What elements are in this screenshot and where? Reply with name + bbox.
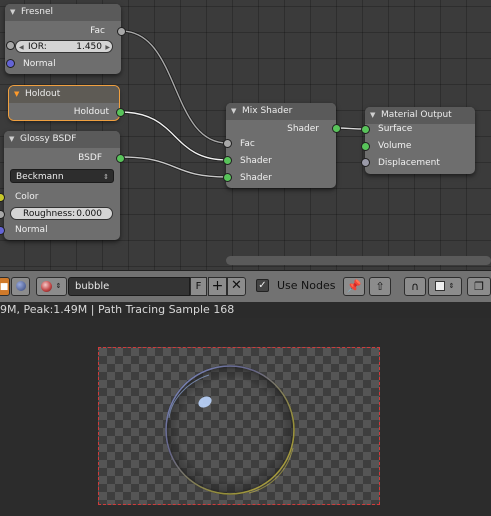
- ior-field[interactable]: ◀ IOR: 1.450 ▶: [15, 40, 113, 53]
- up-arrow-icon: ⇧: [375, 280, 385, 293]
- node-title: Holdout: [25, 89, 61, 99]
- input-shader-1-label: Shader: [240, 156, 272, 166]
- copy-icon: ❐: [474, 280, 484, 293]
- collapse-triangle-icon[interactable]: ▼: [370, 107, 375, 124]
- output-bsdf-label: BSDF: [78, 153, 102, 163]
- input-normal-label: Normal: [15, 225, 48, 235]
- node-header[interactable]: ▼ Glossy BSDF: [4, 131, 120, 148]
- node-header[interactable]: ▼ Fresnel: [5, 4, 121, 21]
- node-editor-header: ■ ⇕ bubble F + ✕ 📌 ⇧ ∩ ⇕ ❐: [0, 270, 491, 302]
- close-icon: ✕: [231, 278, 242, 293]
- node-title: Fresnel: [21, 7, 53, 17]
- output-holdout-label: Holdout: [73, 107, 109, 117]
- material-browse-button[interactable]: ⇕: [36, 277, 67, 296]
- fresnel-fac-output-socket[interactable]: [117, 27, 126, 36]
- node-title: Mix Shader: [242, 106, 293, 116]
- render-border: [98, 347, 380, 505]
- input-surface-label: Surface: [378, 124, 413, 134]
- fake-user-button[interactable]: F: [190, 277, 207, 296]
- input-shader-2-label: Shader: [240, 173, 272, 183]
- ior-value: 1.450: [76, 42, 102, 52]
- world-icon: [15, 281, 26, 291]
- fresnel-normal-input-socket[interactable]: [6, 59, 15, 68]
- mix-shader-output-socket[interactable]: [332, 124, 341, 133]
- cube-icon: ■: [0, 282, 9, 292]
- new-material-button[interactable]: +: [208, 277, 227, 296]
- node-editor-canvas[interactable]: ▼ Fresnel Fac ◀ IOR: 1.450 ▶ Normal ▼ Ho…: [0, 0, 491, 270]
- roughness-field[interactable]: Roughness: 0.000: [10, 207, 113, 220]
- output-shader-label: Shader: [287, 124, 319, 134]
- updown-arrows-icon: ⇕: [55, 282, 62, 290]
- input-color-label: Color: [15, 192, 39, 202]
- bubble-render: [165, 365, 295, 495]
- go-to-parent-button[interactable]: ⇧: [369, 277, 391, 296]
- mix-shader1-input-socket[interactable]: [223, 156, 232, 165]
- glossy-bsdf-node[interactable]: ▼ Glossy BSDF BSDF Beckmann ⇕ Color Roug…: [4, 131, 120, 240]
- unlink-material-button[interactable]: ✕: [227, 277, 246, 296]
- arrow-right-icon[interactable]: ▶: [105, 41, 110, 54]
- input-volume-label: Volume: [378, 141, 412, 151]
- roughness-label: Roughness:: [23, 209, 76, 219]
- snap-grid-icon: [435, 281, 446, 291]
- node-header[interactable]: ▼ Material Output: [365, 107, 475, 124]
- output-volume-input-socket[interactable]: [361, 142, 370, 151]
- mix-shader-node[interactable]: ▼ Mix Shader Shader Fac Shader Shader: [226, 103, 336, 188]
- render-view[interactable]: [0, 318, 491, 516]
- use-nodes-checkbox[interactable]: ✓: [256, 279, 269, 292]
- roughness-value: 0.000: [76, 209, 102, 219]
- object-shader-button[interactable]: ■: [0, 277, 10, 296]
- distribution-value: Beckmann: [16, 172, 64, 182]
- select-updown-icon: ⇕: [103, 173, 109, 181]
- ior-label: IOR:: [28, 42, 47, 52]
- fresnel-node[interactable]: ▼ Fresnel Fac ◀ IOR: 1.450 ▶ Normal: [5, 4, 121, 74]
- glossy-bsdf-output-socket[interactable]: [116, 154, 125, 163]
- wire-holdout-to-mix-shader1: [118, 110, 229, 162]
- input-displacement-label: Displacement: [378, 158, 440, 168]
- node-title: Material Output: [381, 110, 452, 120]
- collapse-triangle-icon[interactable]: ▼: [231, 103, 236, 120]
- collapse-triangle-icon[interactable]: ▼: [10, 4, 15, 21]
- horizontal-scrollbar[interactable]: [226, 256, 491, 265]
- holdout-output-socket[interactable]: [116, 108, 125, 117]
- input-fac-label: Fac: [240, 139, 255, 149]
- updown-arrows-icon: ⇕: [448, 282, 455, 290]
- world-shader-button[interactable]: [11, 277, 30, 296]
- mix-fac-input-socket[interactable]: [223, 139, 232, 148]
- render-status-line: 9M, Peak:1.49M | Path Tracing Sample 168: [0, 302, 491, 318]
- collapse-triangle-icon[interactable]: ▼: [14, 86, 19, 103]
- holdout-node[interactable]: ▼ Holdout Holdout: [8, 85, 120, 121]
- distribution-select[interactable]: Beckmann ⇕: [10, 169, 114, 183]
- input-normal-label: Normal: [23, 59, 56, 69]
- node-title: Glossy BSDF: [20, 134, 77, 144]
- material-sphere-icon: [41, 281, 53, 292]
- pin-button[interactable]: 📌: [343, 277, 365, 296]
- pin-icon: 📌: [346, 279, 362, 293]
- collapse-triangle-icon[interactable]: ▼: [9, 131, 14, 148]
- output-displacement-input-socket[interactable]: [361, 158, 370, 167]
- node-header[interactable]: ▼ Holdout: [9, 86, 119, 103]
- magnet-icon: ∩: [410, 280, 420, 293]
- mix-shader2-input-socket[interactable]: [223, 173, 232, 182]
- plus-icon: +: [211, 278, 224, 294]
- fresnel-ior-input-socket[interactable]: [6, 41, 15, 50]
- copy-nodes-button[interactable]: ❐: [467, 277, 491, 296]
- output-surface-input-socket[interactable]: [361, 125, 370, 134]
- snap-element-select[interactable]: ⇕: [428, 277, 462, 296]
- output-fac-label: Fac: [90, 26, 105, 36]
- node-header[interactable]: ▼ Mix Shader: [226, 103, 336, 120]
- snap-toggle-button[interactable]: ∩: [404, 277, 426, 296]
- arrow-left-icon[interactable]: ◀: [19, 41, 24, 54]
- use-nodes-label[interactable]: Use Nodes: [277, 279, 336, 292]
- material-output-node[interactable]: ▼ Material Output Surface Volume Displac…: [365, 107, 475, 174]
- material-name-field[interactable]: bubble: [68, 277, 190, 296]
